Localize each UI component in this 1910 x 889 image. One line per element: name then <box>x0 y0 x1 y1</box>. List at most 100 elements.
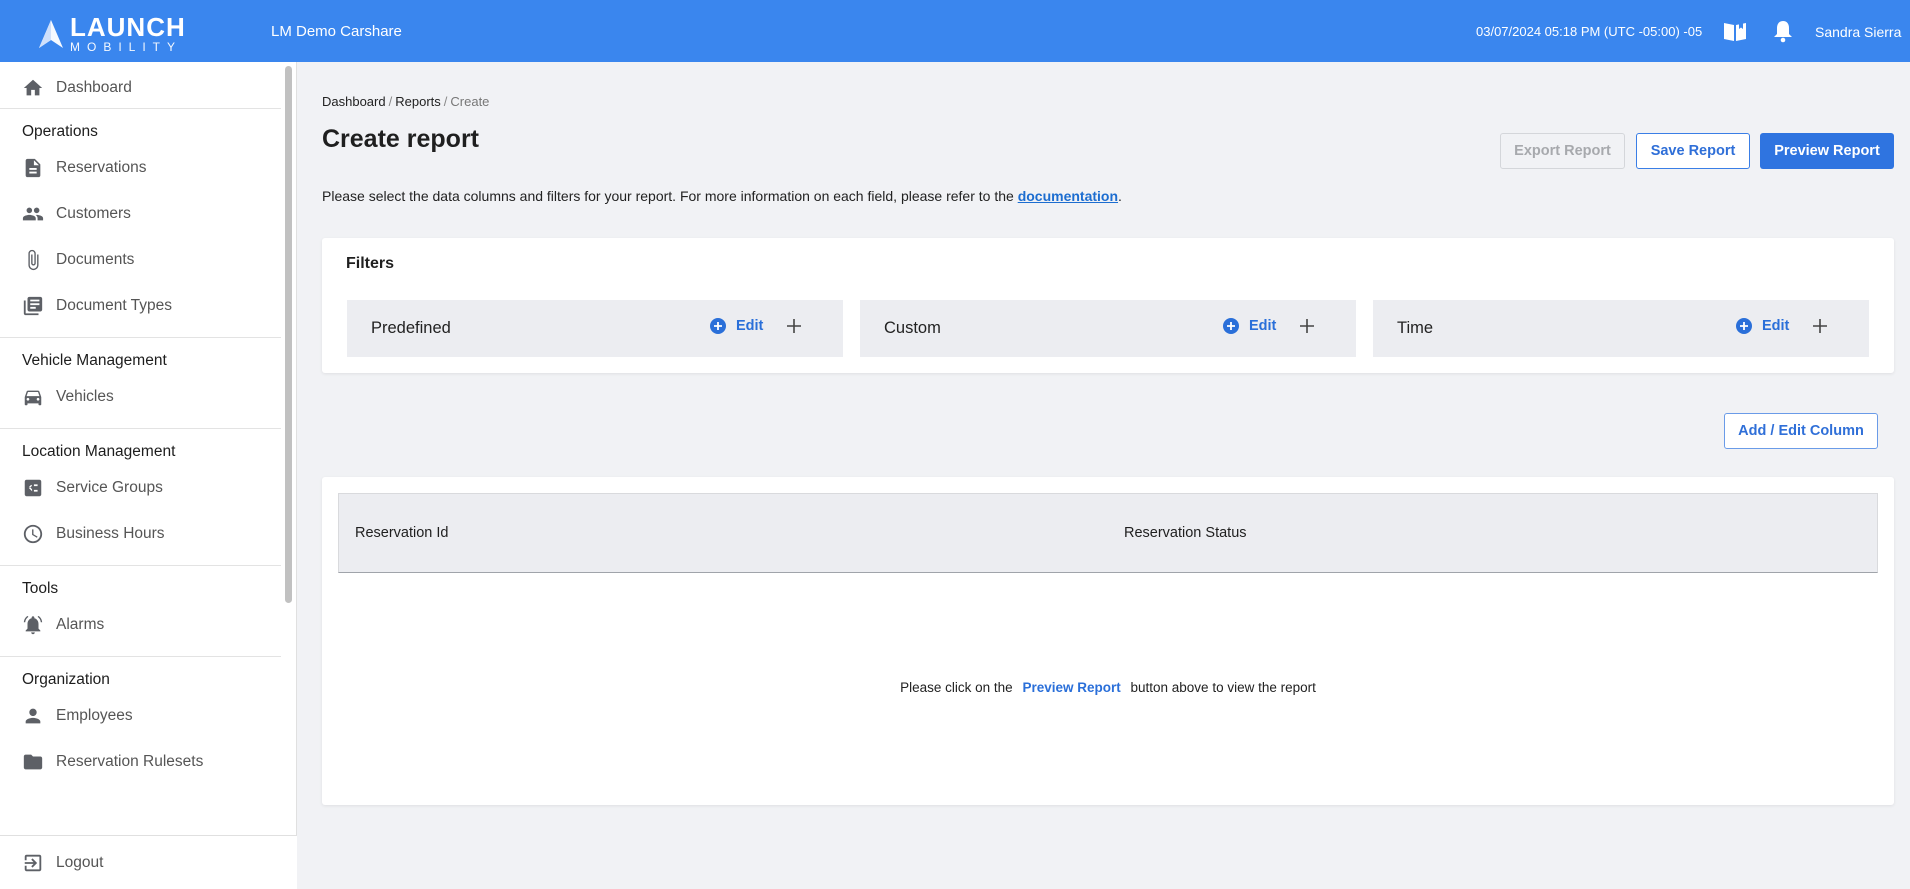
column-header-reservation-status[interactable]: Reservation Status <box>1124 525 1247 541</box>
breadcrumb-separator: / <box>443 94 448 109</box>
book-icon[interactable] <box>1722 20 1748 42</box>
plus-icon[interactable] <box>785 317 803 335</box>
paperclip-icon <box>28 249 39 271</box>
sidebar-section-title: Location Management <box>22 443 176 460</box>
filter-edit-label: Edit <box>1762 318 1790 334</box>
top-bar: LAUNCH MOBILITY LM Demo Carshare 03/07/2… <box>0 0 1910 62</box>
filters-card: Filters Predefined Edit Custom Edit Time… <box>322 238 1894 373</box>
sidebar: Dashboard Operations Reservations Custom… <box>0 62 297 889</box>
sidebar-section-tools: Tools Alarms <box>0 565 281 656</box>
sidebar-section-title: Tools <box>22 580 59 597</box>
filter-group-custom: Custom Edit <box>860 300 1356 357</box>
sidebar-item-label: Business Hours <box>56 525 165 542</box>
sidebar-item-label: Document Types <box>56 297 173 314</box>
empty-text-before: Please click on the <box>900 680 1013 695</box>
sidebar-item-alarms[interactable]: Alarms <box>0 602 281 648</box>
sidebar-item-business-hours[interactable]: Business Hours <box>0 511 281 557</box>
people-icon <box>22 207 44 221</box>
logout-icon <box>24 854 42 871</box>
breadcrumb-separator: / <box>388 94 393 109</box>
file-icon <box>25 158 41 178</box>
filter-group-label: Custom <box>884 319 941 337</box>
user-menu[interactable]: Sandra Sierra <box>1815 24 1901 40</box>
sidebar-section-vehicle-management: Vehicle Management Vehicles <box>0 337 281 428</box>
filter-edit-button[interactable]: Edit <box>1223 318 1276 334</box>
sidebar-item-label: Reservations <box>56 159 147 176</box>
logo-word: LAUNCH <box>70 12 186 42</box>
sidebar-item-dashboard[interactable]: Dashboard <box>0 62 281 108</box>
bell-icon[interactable] <box>1772 19 1794 43</box>
plus-circle-icon <box>1736 318 1752 334</box>
page-title: Create report <box>322 125 479 153</box>
sidebar-item-customers[interactable]: Customers <box>0 191 281 237</box>
filter-edit-button[interactable]: Edit <box>710 318 763 334</box>
sidebar-section-organization: Organization Employees Reservation Rules… <box>0 656 281 793</box>
sidebar-item-documents[interactable]: Documents <box>0 237 281 283</box>
add-edit-column-button[interactable]: Add / Edit Column <box>1724 413 1878 449</box>
breadcrumb: Dashboard / Reports / Create <box>322 94 489 109</box>
documentation-link[interactable]: documentation <box>1018 188 1118 204</box>
folder-icon <box>23 754 43 770</box>
plus-circle-icon <box>710 318 726 334</box>
sidebar-item-employees[interactable]: Employees <box>0 693 281 739</box>
intro-end: . <box>1118 188 1122 204</box>
empty-text-after: button above to view the report <box>1130 680 1316 695</box>
save-report-button[interactable]: Save Report <box>1636 133 1750 169</box>
clock-icon <box>23 524 43 544</box>
filter-edit-button[interactable]: Edit <box>1736 318 1789 334</box>
sidebar-item-label: Customers <box>56 205 131 222</box>
filter-group-time: Time Edit <box>1373 300 1869 357</box>
sidebar-section-title: Operations <box>22 123 98 140</box>
filters-title: Filters <box>346 255 395 272</box>
person-icon <box>25 708 41 724</box>
column-header-reservation-id[interactable]: Reservation Id <box>355 525 449 541</box>
plus-icon[interactable] <box>1298 317 1316 335</box>
breadcrumb-reports[interactable]: Reports <box>395 94 441 109</box>
logo-mark-icon <box>39 19 63 48</box>
empty-state-message: Please click on the Preview Report butto… <box>322 680 1894 695</box>
filter-group-label: Time <box>1397 319 1434 337</box>
intro-body: Please select the data columns and filte… <box>322 188 1018 204</box>
library-icon <box>23 296 43 316</box>
sidebar-scrollbar[interactable] <box>285 66 292 603</box>
sidebar-item-label: Service Groups <box>56 479 163 496</box>
sidebar-item-label: Alarms <box>56 616 105 633</box>
intro-text: Please select the data columns and filte… <box>322 188 1122 204</box>
org-name[interactable]: LM Demo Carshare <box>271 23 402 40</box>
sidebar-item-vehicles[interactable]: Vehicles <box>0 374 281 420</box>
report-table-card: Reservation Id Reservation Status Please… <box>322 477 1894 805</box>
filter-group-predefined: Predefined Edit <box>347 300 843 357</box>
plus-circle-icon <box>1223 318 1239 334</box>
sidebar-item-reservations[interactable]: Reservations <box>0 145 281 191</box>
filter-group-label: Predefined <box>371 319 451 337</box>
export-report-button[interactable]: Export Report <box>1500 133 1625 169</box>
sidebar-section-operations: Operations Reservations Customers Docume… <box>0 108 281 337</box>
sidebar-item-label: Reservation Rulesets <box>56 753 204 770</box>
logo-subword: MOBILITY <box>70 40 183 54</box>
sidebar-item-service-groups[interactable]: Service Groups <box>0 465 281 511</box>
logout-button[interactable]: Logout <box>0 835 297 889</box>
sidebar-item-reservation-rulesets[interactable]: Reservation Rulesets <box>0 739 281 785</box>
sidebar-scroll-area: Dashboard Operations Reservations Custom… <box>0 62 281 835</box>
filter-edit-label: Edit <box>1249 318 1277 334</box>
breadcrumb-current: Create <box>450 94 490 109</box>
plus-icon[interactable] <box>1811 317 1829 335</box>
sidebar-item-label: Employees <box>56 707 133 724</box>
breadcrumb-dashboard[interactable]: Dashboard <box>322 94 386 109</box>
sidebar-section-title: Vehicle Management <box>22 352 167 369</box>
logout-label: Logout <box>56 853 104 871</box>
checklist-icon <box>24 479 42 497</box>
car-icon <box>24 390 42 406</box>
sidebar-item-label: Vehicles <box>56 388 114 405</box>
home-icon <box>23 79 43 96</box>
sidebar-item-label: Documents <box>56 251 135 268</box>
preview-report-link[interactable]: Preview Report <box>1022 680 1120 695</box>
sidebar-item-document-types[interactable]: Document Types <box>0 283 281 329</box>
sidebar-section-title: Organization <box>22 671 110 688</box>
current-datetime: 03/07/2024 05:18 PM (UTC -05:00) -05 <box>1476 24 1703 39</box>
alarm-icon <box>23 615 43 635</box>
preview-report-button[interactable]: Preview Report <box>1760 133 1894 169</box>
launch-mobility-logo[interactable]: LAUNCH MOBILITY <box>38 14 186 53</box>
table-header-row: Reservation Id Reservation Status <box>338 493 1878 573</box>
sidebar-item-label: Dashboard <box>56 79 132 96</box>
